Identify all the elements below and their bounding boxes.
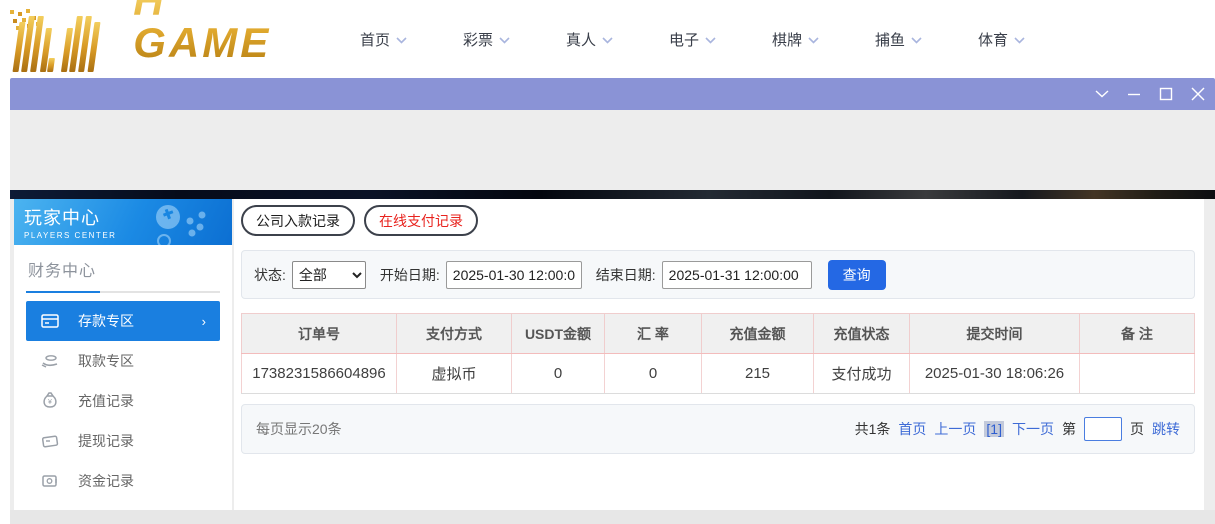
finance-center-label: 财务中心 bbox=[28, 263, 97, 280]
sidebar-item-deposit-zone[interactable]: 存款专区 › bbox=[26, 301, 220, 341]
start-date-input[interactable] bbox=[445, 260, 582, 289]
chevron-down-icon bbox=[705, 36, 716, 44]
nav-item-sports[interactable]: 体育 bbox=[978, 29, 1081, 50]
window-titlebar[interactable] bbox=[10, 78, 1215, 110]
sidebar-item-funds-records[interactable]: 资金记录 bbox=[26, 461, 220, 501]
players-center-header: 玩家中心 PLAYERS CENTER bbox=[14, 199, 232, 245]
query-button[interactable]: 查询 bbox=[827, 259, 886, 290]
sidebar-item-withdrawal-records[interactable]: 提现记录 bbox=[26, 421, 220, 461]
window-close-icon[interactable] bbox=[1189, 85, 1207, 103]
cell-recharge-amount: 215 bbox=[701, 353, 814, 394]
nav-item-live[interactable]: 真人 bbox=[566, 29, 669, 50]
status-select[interactable]: 全部 bbox=[291, 260, 366, 289]
pagination-controls: 共1条 首页 上一页 [1] 下一页 第 页 跳转 bbox=[855, 417, 1180, 441]
window-minimize-icon[interactable] bbox=[1125, 85, 1143, 103]
cell-payment-method: 虚拟币 bbox=[396, 353, 512, 394]
sidebar-item-withdraw-zone[interactable]: 取款专区 bbox=[26, 341, 220, 381]
next-page-link[interactable]: 下一页 bbox=[1012, 419, 1054, 439]
jump-suffix-label: 页 bbox=[1130, 421, 1144, 437]
window-body: 玩家中心 PLAYERS CENTER 财务中心 存款专区 › 取款专区 ¥ 充… bbox=[10, 110, 1215, 524]
app-window: 玩家中心 PLAYERS CENTER 财务中心 存款专区 › 取款专区 ¥ 充… bbox=[10, 78, 1215, 524]
sidebar-item-recharge-records[interactable]: ¥ 充值记录 bbox=[26, 381, 220, 421]
col-remarks: 备 注 bbox=[1079, 313, 1195, 354]
chevron-right-icon: › bbox=[201, 313, 206, 329]
brand-logo-text: H GAME bbox=[133, 0, 312, 72]
col-order-number: 订单号 bbox=[241, 313, 397, 354]
window-dropdown-icon[interactable] bbox=[1093, 85, 1111, 103]
chevron-down-icon bbox=[602, 36, 613, 44]
jump-action-link[interactable]: 跳转 bbox=[1152, 419, 1180, 439]
sidebar-menu: 存款专区 › 取款专区 ¥ 充值记录 提现记录 资金记录 bbox=[14, 301, 232, 501]
deposit-card-icon bbox=[40, 311, 60, 331]
svg-text:¥: ¥ bbox=[48, 399, 52, 406]
table-row: 1738231586604896 虚拟币 0 0 215 支付成功 2025-0… bbox=[241, 353, 1195, 394]
col-submit-time: 提交时间 bbox=[909, 313, 1080, 354]
start-date-label: 开始日期: bbox=[379, 266, 440, 283]
pagination-bar: 每页显示20条 共1条 首页 上一页 [1] 下一页 第 页 跳转 bbox=[241, 404, 1195, 454]
status-label: 状态: bbox=[254, 266, 286, 283]
window-maximize-icon[interactable] bbox=[1157, 85, 1175, 103]
record-tabs: 公司入款记录 在线支付记录 bbox=[241, 205, 1195, 236]
nav-item-slots[interactable]: 电子 bbox=[669, 29, 772, 50]
tab-online-payment-records[interactable]: 在线支付记录 bbox=[364, 205, 478, 236]
decorative-banner bbox=[10, 190, 1215, 199]
cell-submit-time: 2025-01-30 18:06:26 bbox=[909, 353, 1080, 394]
main-nav: 首页 彩票 真人 电子 棋牌 捕鱼 体育 bbox=[360, 29, 1081, 50]
chevron-down-icon bbox=[396, 36, 407, 44]
money-bag-icon: ¥ bbox=[40, 391, 60, 411]
cell-remarks bbox=[1079, 353, 1195, 394]
wallet-out-icon bbox=[40, 431, 60, 451]
table-header-row: 订单号 支付方式 USDT金额 汇 率 充值金额 充值状态 提交时间 备 注 bbox=[241, 313, 1195, 354]
col-recharge-status: 充值状态 bbox=[813, 313, 910, 354]
brand-logo: H GAME bbox=[10, 0, 312, 72]
chevron-down-icon bbox=[911, 36, 922, 44]
sidebar-item-label: 提现记录 bbox=[78, 433, 134, 449]
gamepad-icon bbox=[156, 205, 206, 245]
nav-item-home[interactable]: 首页 bbox=[360, 29, 463, 50]
nav-item-boardgames[interactable]: 棋牌 bbox=[772, 29, 875, 50]
nav-item-fishing[interactable]: 捕鱼 bbox=[875, 29, 978, 50]
chevron-down-icon bbox=[1014, 36, 1025, 44]
cell-usdt-amount: 0 bbox=[511, 353, 605, 394]
section-divider bbox=[26, 291, 220, 293]
cell-exchange-rate: 0 bbox=[604, 353, 702, 394]
funds-record-icon bbox=[40, 471, 60, 491]
sidebar-item-label: 充值记录 bbox=[78, 393, 134, 409]
records-table: 订单号 支付方式 USDT金额 汇 率 充值金额 充值状态 提交时间 备 注 1… bbox=[241, 313, 1195, 394]
sidebar-item-label: 取款专区 bbox=[78, 353, 134, 369]
screen: H GAME 首页 彩票 真人 电子 棋牌 捕鱼 体育 玩家中心 PLAYERS… bbox=[0, 0, 1215, 524]
col-usdt-amount: USDT金额 bbox=[511, 313, 605, 354]
prev-page-link[interactable]: 上一页 bbox=[934, 419, 976, 439]
col-exchange-rate: 汇 率 bbox=[604, 313, 702, 354]
window-controls bbox=[1093, 78, 1207, 110]
chevron-down-icon bbox=[499, 36, 510, 44]
sidebar: 玩家中心 PLAYERS CENTER 财务中心 存款专区 › 取款专区 ¥ 充… bbox=[14, 199, 232, 510]
cell-order-number: 1738231586604896 bbox=[241, 353, 397, 394]
sidebar-item-label: 资金记录 bbox=[78, 473, 134, 489]
end-date-input[interactable] bbox=[661, 260, 812, 289]
cell-recharge-status: 支付成功 bbox=[813, 353, 910, 394]
nav-item-lottery[interactable]: 彩票 bbox=[463, 29, 566, 50]
col-recharge-amount: 充值金额 bbox=[701, 313, 814, 354]
current-page-indicator: [1] bbox=[984, 421, 1004, 437]
sidebar-item-label: 存款专区 bbox=[78, 313, 134, 329]
brand-logo-mark-icon bbox=[10, 10, 127, 72]
window-footer-strip bbox=[10, 510, 1215, 524]
jump-prefix-label: 第 bbox=[1062, 421, 1076, 437]
first-page-link[interactable]: 首页 bbox=[898, 419, 926, 439]
col-payment-method: 支付方式 bbox=[396, 313, 512, 354]
jump-page-input[interactable] bbox=[1084, 417, 1122, 441]
withdraw-hand-icon bbox=[40, 351, 60, 371]
end-date-label: 结束日期: bbox=[595, 266, 656, 283]
filter-bar: 状态: 全部 开始日期: 结束日期: 查询 bbox=[241, 250, 1195, 299]
chevron-down-icon bbox=[808, 36, 819, 44]
total-count-text: 共1条 bbox=[854, 421, 891, 437]
page-size-text: 每页显示20条 bbox=[256, 421, 342, 437]
site-header: H GAME 首页 彩票 真人 电子 棋牌 捕鱼 体育 bbox=[0, 0, 1215, 78]
tab-company-deposit-records[interactable]: 公司入款记录 bbox=[241, 205, 355, 236]
main-panel: 公司入款记录 在线支付记录 状态: 全部 开始日期: 结束日期: bbox=[234, 199, 1204, 510]
content-area: 玩家中心 PLAYERS CENTER 财务中心 存款专区 › 取款专区 ¥ 充… bbox=[10, 199, 1215, 510]
